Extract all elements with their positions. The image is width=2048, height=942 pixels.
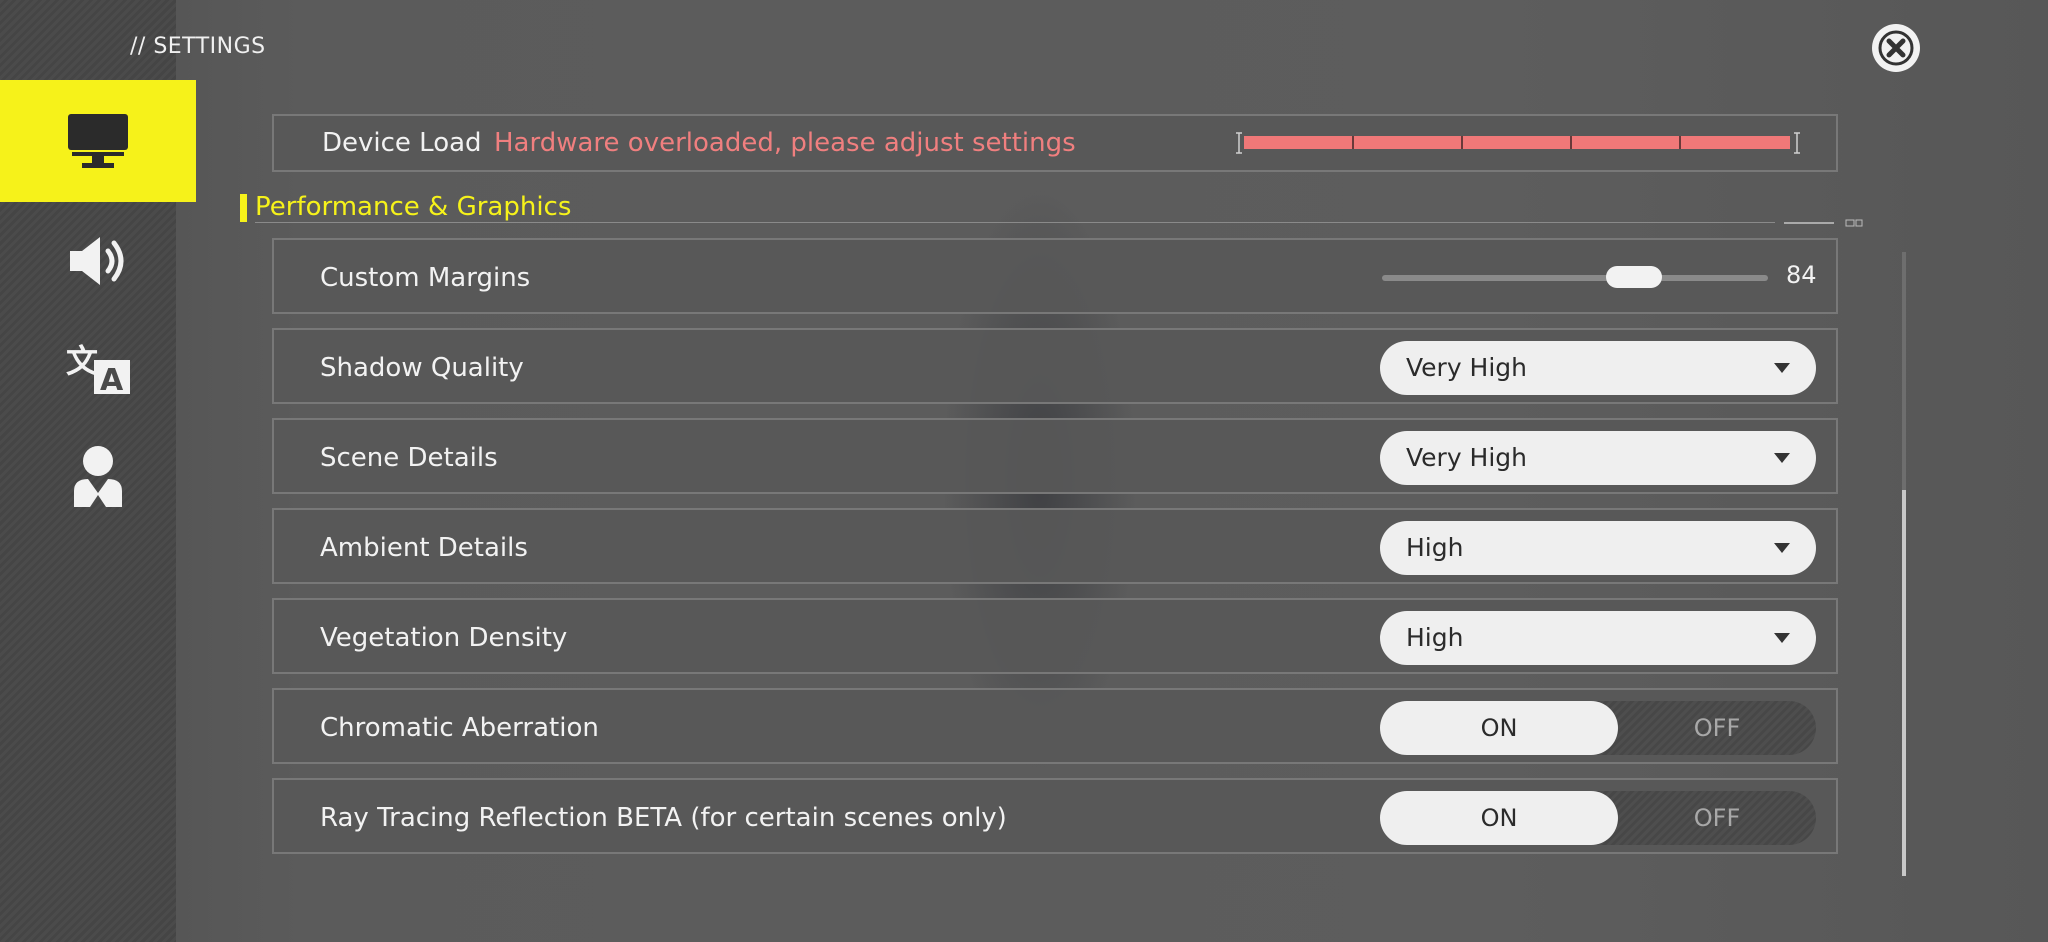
chevron-down-icon [1774, 633, 1790, 643]
section-divider [255, 222, 1775, 223]
account-icon [74, 446, 122, 507]
close-button[interactable] [1872, 24, 1920, 72]
svg-text:A: A [100, 363, 124, 396]
custom-margins-slider[interactable] [1382, 266, 1768, 288]
meter-bracket-right [1794, 132, 1800, 154]
svg-text:文: 文 [66, 342, 98, 380]
translate-icon: 文 A [66, 342, 130, 396]
scene-details-dropdown[interactable]: Very High [1380, 431, 1816, 485]
page-title: // SETTINGS [130, 34, 266, 59]
ray-tracing-label: Ray Tracing Reflection BETA (for certain… [320, 803, 1007, 833]
custom-margins-label: Custom Margins [320, 263, 531, 293]
scrollbar[interactable] [1902, 252, 1906, 876]
section-decoration [1784, 219, 1863, 227]
section-title: Performance & Graphics [255, 192, 572, 222]
setting-row-scene-details: Scene Details Very High [272, 418, 1838, 494]
device-load-fill [1244, 136, 1790, 149]
ray-tracing-toggle: ON OFF [1380, 791, 1816, 845]
setting-row-custom-margins: Custom Margins 84 [272, 238, 1838, 314]
close-icon [1878, 30, 1914, 66]
speaker-icon [70, 237, 124, 285]
ambient-details-dropdown[interactable]: High [1380, 521, 1816, 575]
sidebar-item-audio[interactable] [0, 200, 196, 322]
setting-row-ray-tracing: Ray Tracing Reflection BETA (for certain… [272, 778, 1838, 854]
meter-bracket-left [1236, 132, 1242, 154]
vegetation-density-dropdown[interactable]: High [1380, 611, 1816, 665]
scrollbar-thumb[interactable] [1902, 490, 1906, 876]
chromatic-aberration-on-button[interactable]: ON [1380, 701, 1618, 755]
setting-row-chromatic-aberration: Chromatic Aberration ON OFF [272, 688, 1838, 764]
section-marker [240, 194, 247, 222]
scene-details-value: Very High [1406, 443, 1528, 472]
meter-tick [1352, 136, 1354, 149]
chevron-down-icon [1774, 453, 1790, 463]
ambient-details-label: Ambient Details [320, 533, 528, 563]
custom-margins-slider-thumb[interactable] [1606, 266, 1662, 288]
custom-margins-value: 84 [1786, 261, 1817, 289]
meter-tick [1461, 136, 1463, 149]
ray-tracing-off-button[interactable]: OFF [1618, 791, 1816, 845]
shadow-quality-value: Very High [1406, 353, 1528, 382]
device-load-warning: Hardware overloaded, please adjust setti… [494, 128, 1076, 158]
chromatic-aberration-label: Chromatic Aberration [320, 713, 599, 743]
chromatic-aberration-off-button[interactable]: OFF [1618, 701, 1816, 755]
shadow-quality-label: Shadow Quality [320, 353, 524, 383]
chevron-down-icon [1774, 543, 1790, 553]
shadow-quality-dropdown[interactable]: Very High [1380, 341, 1816, 395]
meter-tick [1679, 136, 1681, 149]
ray-tracing-on-button[interactable]: ON [1380, 791, 1618, 845]
meter-tick [1570, 136, 1572, 149]
sidebar-item-language[interactable]: 文 A [0, 308, 196, 430]
setting-row-ambient-details: Ambient Details High [272, 508, 1838, 584]
monitor-icon [68, 114, 128, 168]
chevron-down-icon [1774, 363, 1790, 373]
ambient-details-value: High [1406, 533, 1464, 562]
sidebar-item-account[interactable] [0, 416, 196, 538]
chromatic-aberration-toggle: ON OFF [1380, 701, 1816, 755]
sidebar-item-display[interactable] [0, 80, 196, 202]
device-load-panel: Device Load Hardware overloaded, please … [272, 114, 1838, 172]
device-load-label: Device Load [322, 128, 482, 158]
scene-details-label: Scene Details [320, 443, 498, 473]
device-load-meter [1234, 130, 1804, 156]
vegetation-density-value: High [1406, 623, 1464, 652]
setting-row-vegetation-density: Vegetation Density High [272, 598, 1838, 674]
setting-row-shadow-quality: Shadow Quality Very High [272, 328, 1838, 404]
vegetation-density-label: Vegetation Density [320, 623, 568, 653]
